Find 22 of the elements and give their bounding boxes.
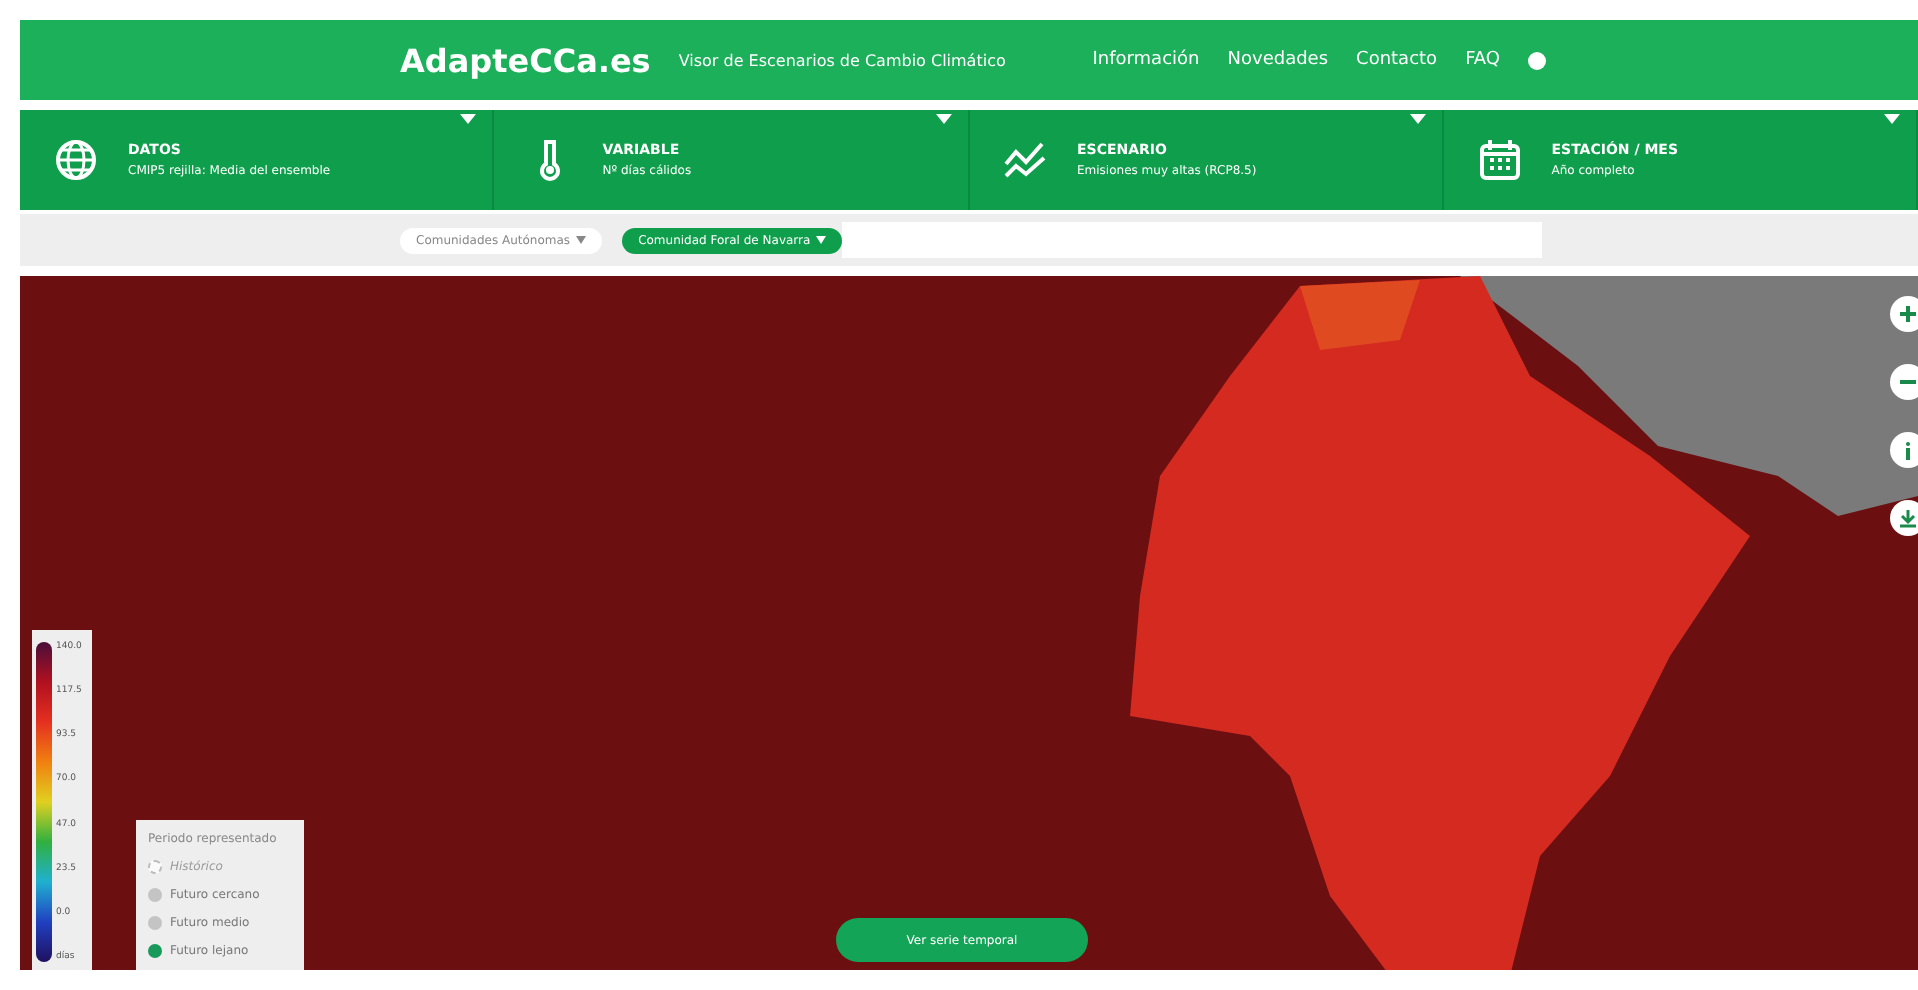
nav-link[interactable]: Información <box>1092 50 1200 70</box>
caret-icon <box>1884 114 1900 126</box>
caret-icon <box>460 114 477 126</box>
download-button[interactable] <box>1890 500 1918 536</box>
period-radio[interactable] <box>148 888 162 902</box>
site-subtitle: Visor de Escenarios de Cambio Climático <box>678 51 1006 69</box>
caret-icon <box>576 235 587 243</box>
period-radio[interactable] <box>148 916 162 930</box>
caret-icon <box>935 114 951 126</box>
caret-icon <box>816 235 827 243</box>
site-logo[interactable]: AdapteCCa.es <box>400 41 651 79</box>
period-radio[interactable] <box>148 944 162 958</box>
calendar-icon <box>1475 136 1524 184</box>
nav-link[interactable]: Novedades <box>1227 50 1329 70</box>
info-icon <box>1904 441 1912 459</box>
zoom-in-icon <box>1900 306 1916 322</box>
zoom-out-icon <box>1900 374 1916 390</box>
nav-link[interactable]: Contacto <box>1356 50 1438 70</box>
nav-link[interactable]: FAQ <box>1465 50 1500 70</box>
download-icon <box>1900 509 1916 527</box>
caret-icon <box>1409 114 1426 126</box>
globe-icon <box>52 136 100 184</box>
